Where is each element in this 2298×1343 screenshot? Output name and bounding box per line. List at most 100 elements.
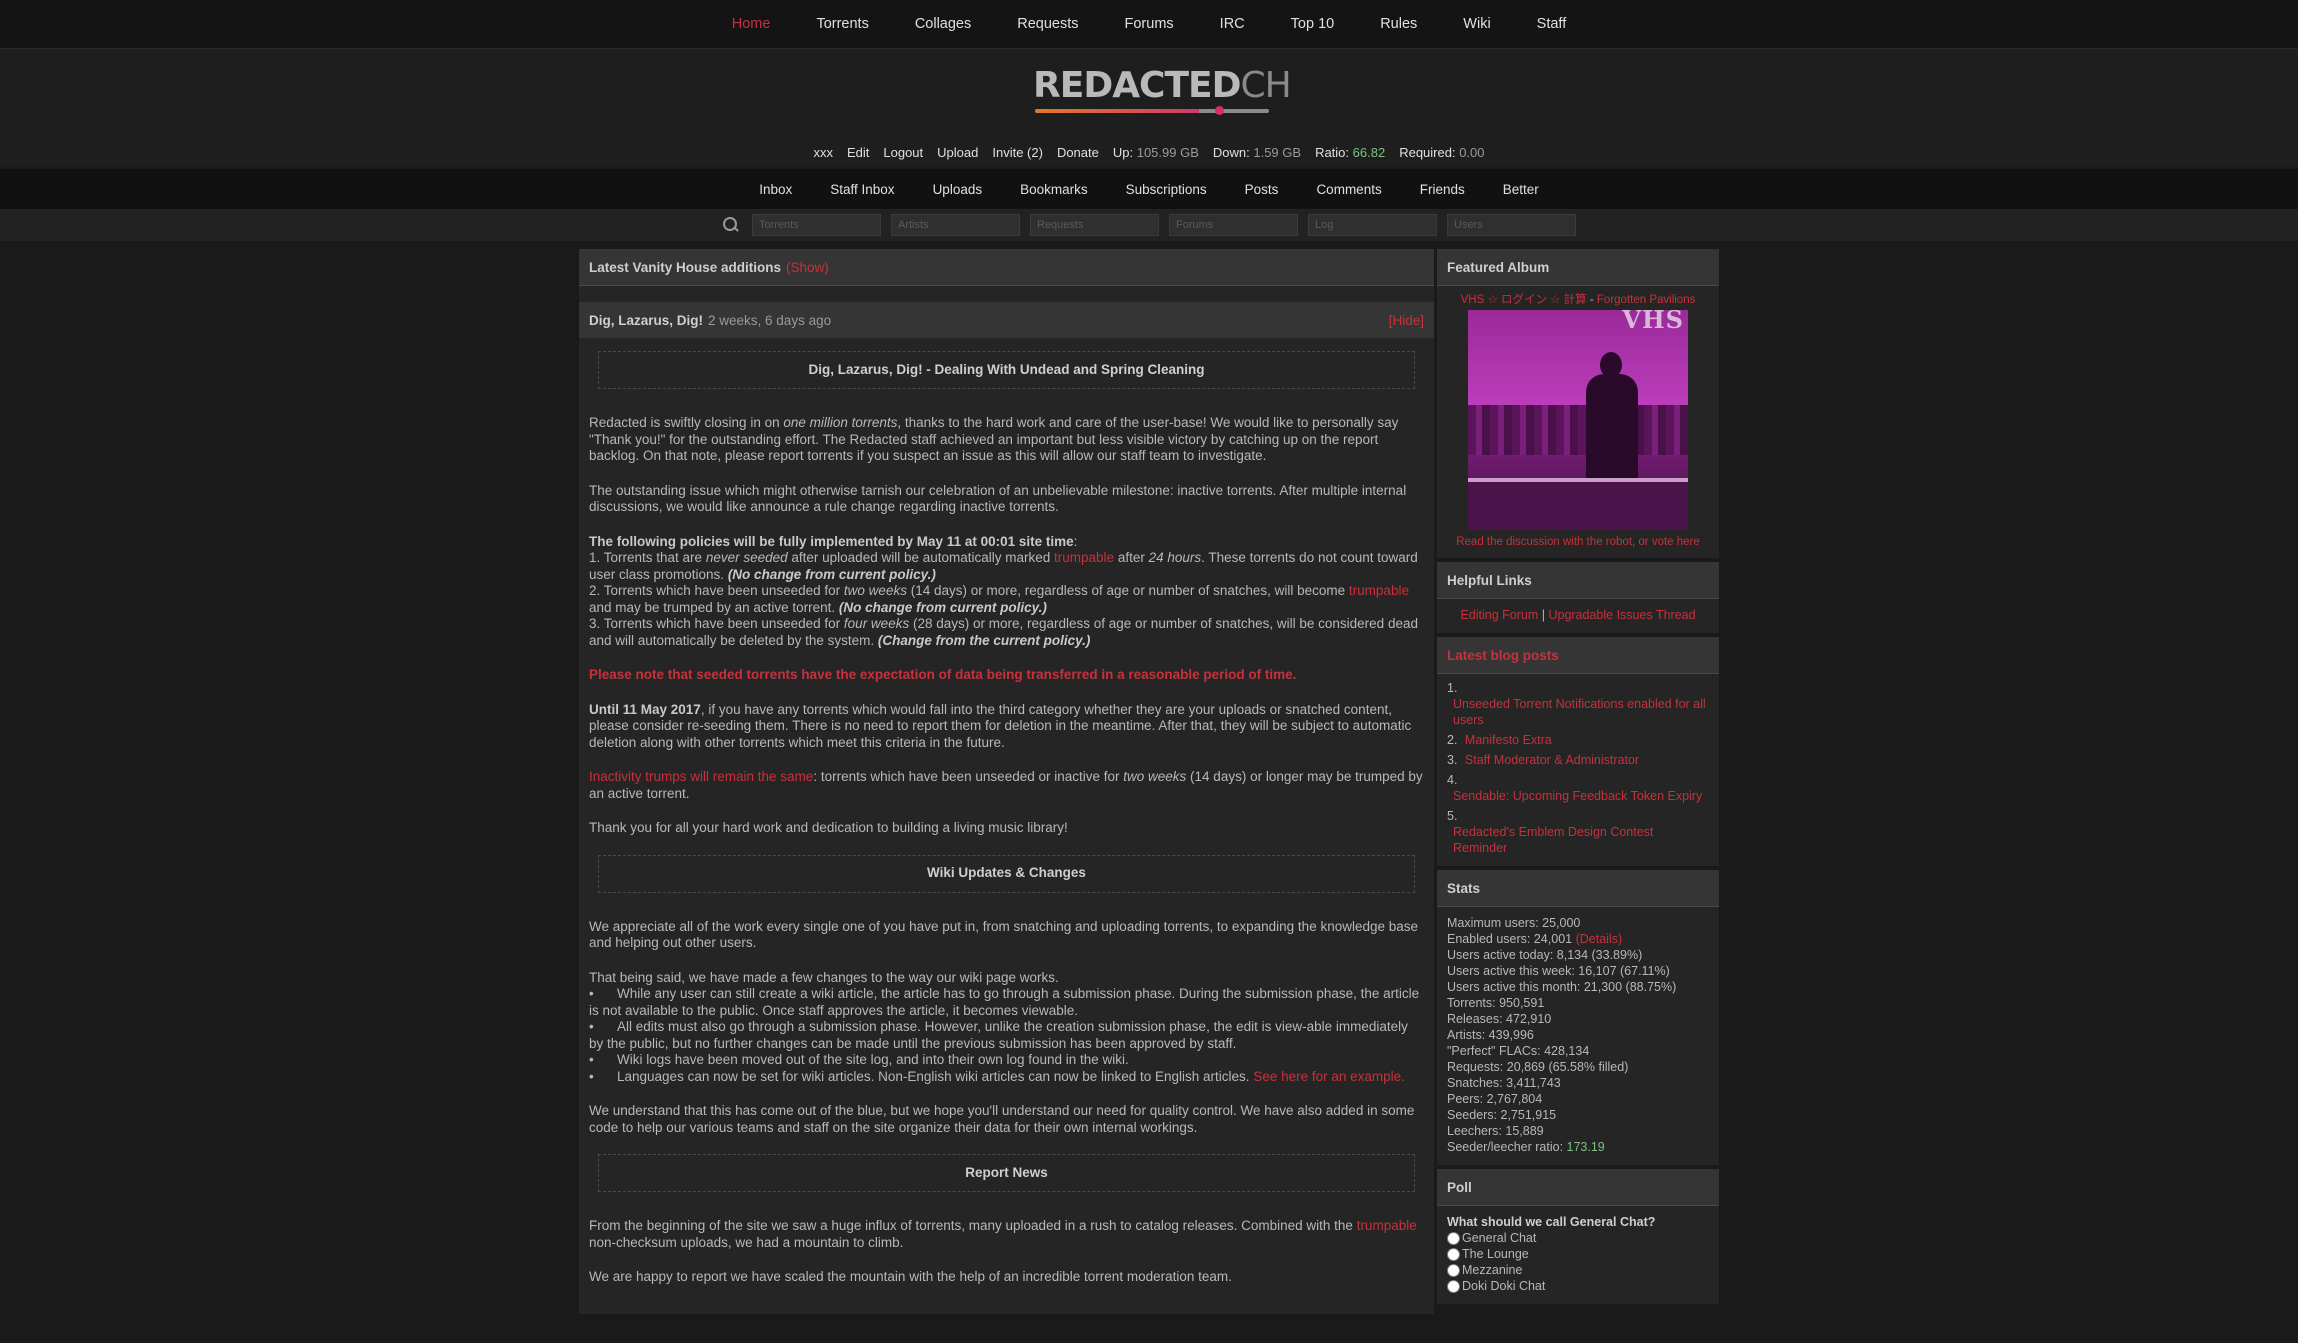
poll-option[interactable]: General Chat <box>1447 1230 1709 1246</box>
nav-staff[interactable]: Staff <box>1514 16 1590 32</box>
stat-line: Snatches: 3,411,743 <box>1447 1076 1561 1090</box>
helpful-link-1[interactable]: Editing Forum <box>1460 608 1538 622</box>
poll-box: Poll What should we call General Chat? G… <box>1437 1169 1719 1304</box>
seeder-ratio-value: 173.19 <box>1566 1140 1605 1154</box>
logo-suffix: CH <box>1240 65 1292 106</box>
example-link[interactable]: See here for an example. <box>1253 1069 1405 1084</box>
news-body: Dig, Lazarus, Dig! - Dealing With Undead… <box>579 338 1434 1314</box>
album-artist-link[interactable]: VHS ☆ ログイン ☆ 計算 <box>1461 294 1587 306</box>
album-name-link[interactable]: Forgotten Pavilions <box>1597 294 1695 306</box>
stats-header: Stats <box>1437 870 1719 907</box>
nav-top10[interactable]: Top 10 <box>1268 16 1358 32</box>
poll-question: What should we call General Chat? <box>1447 1215 1656 1229</box>
search-log-input[interactable] <box>1308 214 1437 236</box>
poll-option[interactable]: Mezzanine <box>1447 1262 1709 1278</box>
search-artists-input[interactable] <box>891 214 1020 236</box>
blog-post-link[interactable]: Manifesto Extra <box>1461 733 1552 747</box>
required-stat: Required: 0.00 <box>1392 145 1491 160</box>
notice-text: Please note that seeded torrents have th… <box>589 667 1297 682</box>
album-cover-image[interactable]: VHS <box>1468 310 1688 530</box>
poll-radio[interactable] <box>1447 1231 1460 1245</box>
nav-torrents[interactable]: Torrents <box>793 16 891 32</box>
featured-album-box: Featured Album VHS ☆ ログイン ☆ 計算 - Forgott… <box>1437 249 1719 558</box>
stat-line: Artists: 439,996 <box>1447 1028 1534 1042</box>
stat-line: Requests: 20,869 (65.58% filled) <box>1447 1060 1629 1074</box>
inactivity-link[interactable]: Inactivity trumps will remain the same <box>589 769 813 784</box>
stats-details-link[interactable]: (Details) <box>1576 932 1623 946</box>
nav-better[interactable]: Better <box>1484 182 1558 197</box>
donate-link[interactable]: Donate <box>1050 145 1106 160</box>
username-link[interactable]: xxx <box>806 145 840 160</box>
nav-friends[interactable]: Friends <box>1401 182 1484 197</box>
blog-num: 1. <box>1447 681 1458 695</box>
nav-requests[interactable]: Requests <box>994 16 1101 32</box>
nav-staff-inbox[interactable]: Staff Inbox <box>811 182 913 197</box>
wiki-list-block: That being said, we have made a few chan… <box>589 969 1420 1084</box>
nav-collages[interactable]: Collages <box>892 16 994 32</box>
stat-line: Seeders: 2,751,915 <box>1447 1108 1557 1122</box>
poll-radio[interactable] <box>1447 1279 1460 1293</box>
stat-line-ratio: Seeder/leecher ratio: 173.19 <box>1447 1140 1605 1154</box>
logo-dot <box>1215 106 1224 115</box>
poll-option[interactable]: Doki Doki Chat <box>1447 1278 1709 1294</box>
logout-link[interactable]: Logout <box>876 145 930 160</box>
poll-radio[interactable] <box>1447 1247 1460 1261</box>
policy-block: The following policies will be fully imp… <box>589 533 1418 648</box>
nav-posts[interactable]: Posts <box>1226 182 1298 197</box>
sidebar: Featured Album VHS ☆ ログイン ☆ 計算 - Forgott… <box>1437 249 1719 1308</box>
news-date: 2 weeks, 6 days ago <box>708 312 832 328</box>
nav-subscriptions[interactable]: Subscriptions <box>1107 182 1226 197</box>
search-torrents-input[interactable] <box>752 214 881 236</box>
helpful-link-2[interactable]: Upgradable Issues Thread <box>1548 608 1695 622</box>
upload-link[interactable]: Upload <box>930 145 985 160</box>
ratio-label: Ratio: <box>1315 144 1350 160</box>
cover-text: VHS <box>1622 310 1684 334</box>
blog-post-link[interactable]: Redacted's Emblem Design Contest Reminde… <box>1447 824 1709 856</box>
news-hide-link[interactable]: [Hide] <box>1389 313 1424 328</box>
invite-link[interactable]: Invite (2) <box>985 145 1050 160</box>
news-header: Dig, Lazarus, Dig! 2 weeks, 6 days ago [… <box>579 302 1434 338</box>
section-title-box: Dig, Lazarus, Dig! - Dealing With Undead… <box>598 351 1415 389</box>
trumpable-link[interactable]: trumpable <box>1349 583 1409 598</box>
search-requests-input[interactable] <box>1030 214 1159 236</box>
paragraph: Redacted is swiftly closing in on one mi… <box>589 415 1399 463</box>
nav-irc[interactable]: IRC <box>1197 16 1268 32</box>
section-title-box: Report News <box>598 1154 1415 1192</box>
trumpable-link[interactable]: trumpable <box>1054 550 1114 565</box>
nav-comments[interactable]: Comments <box>1297 182 1400 197</box>
logo-text: REDACTED <box>1033 65 1242 106</box>
ratio-stat: Ratio: 66.82 <box>1308 145 1392 160</box>
poll-option[interactable]: The Lounge <box>1447 1246 1709 1262</box>
blog-post-link[interactable]: Staff Moderator & Administrator <box>1461 753 1639 767</box>
search-forums-input[interactable] <box>1169 214 1298 236</box>
nav-bookmarks[interactable]: Bookmarks <box>1001 182 1107 197</box>
trumpable-link[interactable]: trumpable <box>1357 1218 1417 1233</box>
logo-bar <box>1035 109 1269 113</box>
required-value: 0.00 <box>1459 144 1485 160</box>
main-column: Latest Vanity House additions (Show) Dig… <box>579 249 1434 1314</box>
nav-forums[interactable]: Forums <box>1102 16 1197 32</box>
logo-area: REDACTEDCH <box>0 49 2298 137</box>
site-logo[interactable]: REDACTEDCH <box>1029 65 1292 121</box>
edit-link[interactable]: Edit <box>840 145 876 160</box>
helpful-separator: | <box>1541 608 1545 622</box>
stat-line: Users active today: 8,134 (33.89%) <box>1447 948 1643 962</box>
nav-uploads[interactable]: Uploads <box>914 182 1002 197</box>
blog-post-link[interactable]: Sendable: Upcoming Feedback Token Expiry <box>1447 788 1702 804</box>
blog-num: 4. <box>1447 773 1458 787</box>
blog-post-link[interactable]: Unseeded Torrent Notifications enabled f… <box>1447 696 1709 728</box>
blog-title-link[interactable]: Latest blog posts <box>1447 648 1559 663</box>
stat-line: Leechers: 15,889 <box>1447 1124 1544 1138</box>
up-value: 105.99 GB <box>1136 144 1199 160</box>
album-discuss-link[interactable]: Read the discussion with the robot, or v… <box>1456 536 1700 548</box>
search-users-input[interactable] <box>1447 214 1576 236</box>
nav-inbox[interactable]: Inbox <box>740 182 811 197</box>
vanity-show-link[interactable]: (Show) <box>786 260 829 275</box>
down-value: 1.59 GB <box>1253 144 1302 160</box>
nav-rules[interactable]: Rules <box>1357 16 1440 32</box>
nav-home[interactable]: Home <box>709 16 794 32</box>
poll-radio[interactable] <box>1447 1263 1460 1277</box>
stat-line: Peers: 2,767,804 <box>1447 1092 1543 1106</box>
blog-num: 3. <box>1447 753 1458 767</box>
nav-wiki[interactable]: Wiki <box>1440 16 1513 32</box>
